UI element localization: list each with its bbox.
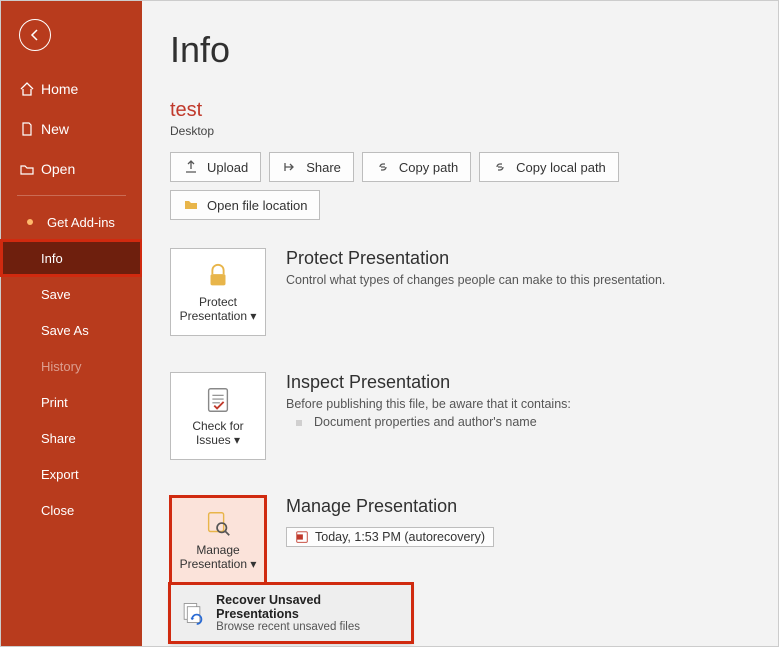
open-icon (19, 161, 35, 177)
page-title: Info (170, 29, 754, 71)
share-icon (282, 159, 298, 175)
section-heading: Inspect Presentation (286, 372, 571, 393)
app-window: Home New Open Get Add-ins Info Save (0, 0, 779, 647)
button-label: Share (306, 160, 341, 175)
main-content: Info test Desktop Upload Share Copy path… (142, 1, 778, 646)
menu-item-title: Recover Unsaved Presentations (216, 593, 401, 621)
action-bar: Upload Share Copy path Copy local path O… (170, 152, 754, 220)
document-search-icon (203, 509, 233, 539)
sidebar-item-open[interactable]: Open (1, 149, 142, 189)
chevron-down-icon: ▾ (234, 433, 240, 447)
new-icon (19, 121, 35, 137)
copy-local-path-button[interactable]: Copy local path (479, 152, 619, 182)
link-icon (375, 159, 391, 175)
check-for-issues-button[interactable]: Check for Issues ▾ (170, 372, 266, 460)
sidebar-item-label: New (41, 121, 69, 137)
folder-icon (183, 197, 199, 213)
upload-icon (183, 159, 199, 175)
recover-unsaved-menu-item[interactable]: Recover Unsaved Presentations Browse rec… (170, 584, 412, 642)
sidebar-separator (17, 195, 126, 196)
button-label: Open file location (207, 198, 307, 213)
open-file-location-button[interactable]: Open file location (170, 190, 320, 220)
sidebar-item-info[interactable]: Info (1, 240, 142, 276)
chip-label: Today, 1:53 PM (autorecovery) (315, 530, 485, 544)
protect-presentation-button[interactable]: Protect Presentation ▾ (170, 248, 266, 336)
sidebar-item-label: Save (41, 287, 71, 302)
powerpoint-file-icon (295, 530, 309, 544)
button-label: Copy path (399, 160, 458, 175)
upload-button[interactable]: Upload (170, 152, 261, 182)
sidebar-item-label: Print (41, 395, 68, 410)
button-label: Manage Presentation (180, 543, 247, 571)
sidebar-item-label: Open (41, 161, 75, 177)
sidebar-item-share[interactable]: Share (1, 420, 142, 456)
back-button[interactable] (19, 19, 51, 51)
sidebar-item-save[interactable]: Save (1, 276, 142, 312)
arrow-left-icon (27, 27, 43, 43)
recover-icon (181, 600, 206, 626)
sidebar-item-label: Close (41, 503, 74, 518)
chevron-down-icon: ▾ (250, 309, 256, 323)
sidebar-item-history: History (1, 348, 142, 384)
issue-item: Document properties and author's name (286, 415, 571, 429)
menu-item-subtitle: Browse recent unsaved files (216, 621, 401, 633)
autorecovery-version[interactable]: Today, 1:53 PM (autorecovery) (286, 527, 494, 547)
sidebar-item-addins[interactable]: Get Add-ins (1, 204, 142, 240)
sidebar-item-label: Info (41, 251, 63, 266)
document-location: Desktop (170, 124, 754, 138)
protect-section: Protect Presentation ▾ Protect Presentat… (170, 248, 754, 336)
addins-badge-icon (27, 219, 33, 225)
backstage-sidebar: Home New Open Get Add-ins Info Save (1, 1, 142, 646)
sidebar-item-saveas[interactable]: Save As (1, 312, 142, 348)
inspect-section: Check for Issues ▾ Inspect Presentation … (170, 372, 754, 460)
inspect-body: Inspect Presentation Before publishing t… (286, 372, 571, 429)
sidebar-item-home[interactable]: Home (1, 69, 142, 109)
button-label: Protect Presentation (180, 295, 247, 323)
check-icon (203, 385, 233, 415)
sidebar-item-label: History (41, 359, 81, 374)
document-name: test (170, 99, 754, 122)
sidebar-item-close[interactable]: Close (1, 492, 142, 528)
sidebar-item-label: Export (41, 467, 79, 482)
sidebar-item-label: Save As (41, 323, 89, 338)
sidebar-item-label: Share (41, 431, 76, 446)
manage-presentation-button[interactable]: Manage Presentation ▾ (170, 496, 266, 584)
share-button[interactable]: Share (269, 152, 354, 182)
section-heading: Protect Presentation (286, 248, 665, 269)
sidebar-item-export[interactable]: Export (1, 456, 142, 492)
section-heading: Manage Presentation (286, 496, 494, 517)
protect-body: Protect Presentation Control what types … (286, 248, 665, 287)
chevron-down-icon: ▾ (250, 557, 256, 571)
manage-dropdown: Manage Presentation ▾ Recover Unsaved Pr… (170, 496, 266, 584)
sidebar-item-label: Get Add-ins (47, 215, 115, 230)
link-icon (492, 159, 508, 175)
sidebar-item-new[interactable]: New (1, 109, 142, 149)
section-text: Before publishing this file, be aware th… (286, 397, 571, 411)
copy-path-button[interactable]: Copy path (362, 152, 471, 182)
button-label: Copy local path (516, 160, 606, 175)
manage-section: Manage Presentation ▾ Recover Unsaved Pr… (170, 496, 754, 584)
section-text: Control what types of changes people can… (286, 273, 665, 287)
sidebar-item-label: Home (41, 81, 78, 97)
lock-icon (203, 261, 233, 291)
manage-body: Manage Presentation Today, 1:53 PM (auto… (286, 496, 494, 547)
home-icon (19, 81, 35, 97)
sidebar-item-print[interactable]: Print (1, 384, 142, 420)
button-label: Upload (207, 160, 248, 175)
